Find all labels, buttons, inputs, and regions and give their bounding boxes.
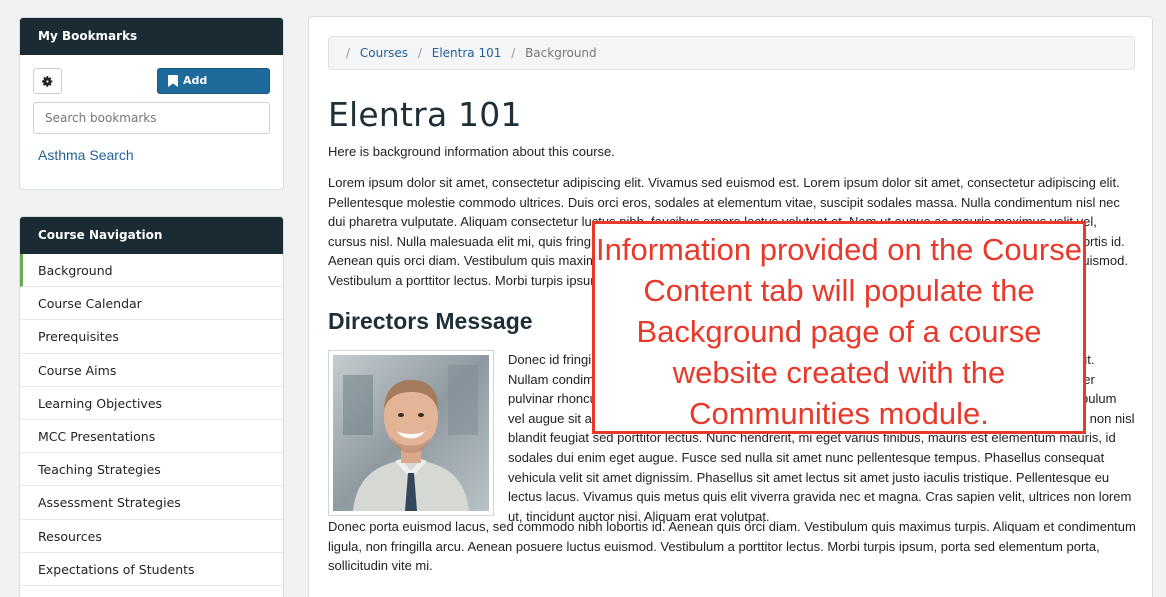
bookmarks-toolbar: Add Bookmark [33,68,270,111]
bookmarks-title: My Bookmarks [20,18,283,55]
course-navigation-panel: Course Navigation Background Course Cale… [19,216,284,597]
closing-paragraph: Donec porta euismod lacus, sed commodo n… [328,519,1136,574]
breadcrumb-separator: / [511,46,516,60]
photo-spacer [328,350,508,522]
bookmark-link-asthma-search[interactable]: Asthma Search [38,147,134,163]
breadcrumb-current: Background [525,46,597,60]
breadcrumb-separator: / [346,46,351,60]
directors-message-heading: Directors Message [328,308,533,334]
nav-item-prerequisites[interactable]: Prerequisites [20,320,283,354]
nav-item-course-calendar[interactable]: Course Calendar [20,287,283,321]
bookmarks-panel: My Bookmarks Add Bookmark Asthma Search [19,17,284,190]
nav-item-course-aims[interactable]: Course Aims [20,354,283,387]
bookmark-settings-button[interactable] [33,68,62,94]
bookmark-icon [168,75,178,87]
breadcrumb-link-elentra-101[interactable]: Elentra 101 [432,46,502,60]
breadcrumb-link-courses[interactable]: Courses [360,46,408,60]
nav-item-assessment-strategies[interactable]: Assessment Strategies [20,486,283,520]
nav-item-learning-objectives[interactable]: Learning Objectives [20,387,283,420]
breadcrumb: / Courses / Elentra 101 / Background [328,36,1135,70]
nav-item-background[interactable]: Background [20,254,283,288]
bookmark-search-input[interactable] [33,102,270,134]
nav-item-mcc-presentations[interactable]: MCC Presentations [20,420,283,454]
gear-icon [42,76,53,87]
course-navigation-title: Course Navigation [20,217,283,254]
nav-item-resources[interactable]: Resources [20,520,283,553]
page-title: Elentra 101 [328,95,522,134]
intro-text: Here is background information about thi… [328,144,615,159]
nav-item-teaching-strategies[interactable]: Teaching Strategies [20,453,283,487]
add-bookmark-button[interactable]: Add Bookmark [157,68,270,111]
breadcrumb-separator: / [417,46,422,60]
annotation-callout: Information provided on the Course Conte… [592,221,1086,434]
nav-item-expectations-of-students[interactable]: Expectations of Students [20,553,283,586]
